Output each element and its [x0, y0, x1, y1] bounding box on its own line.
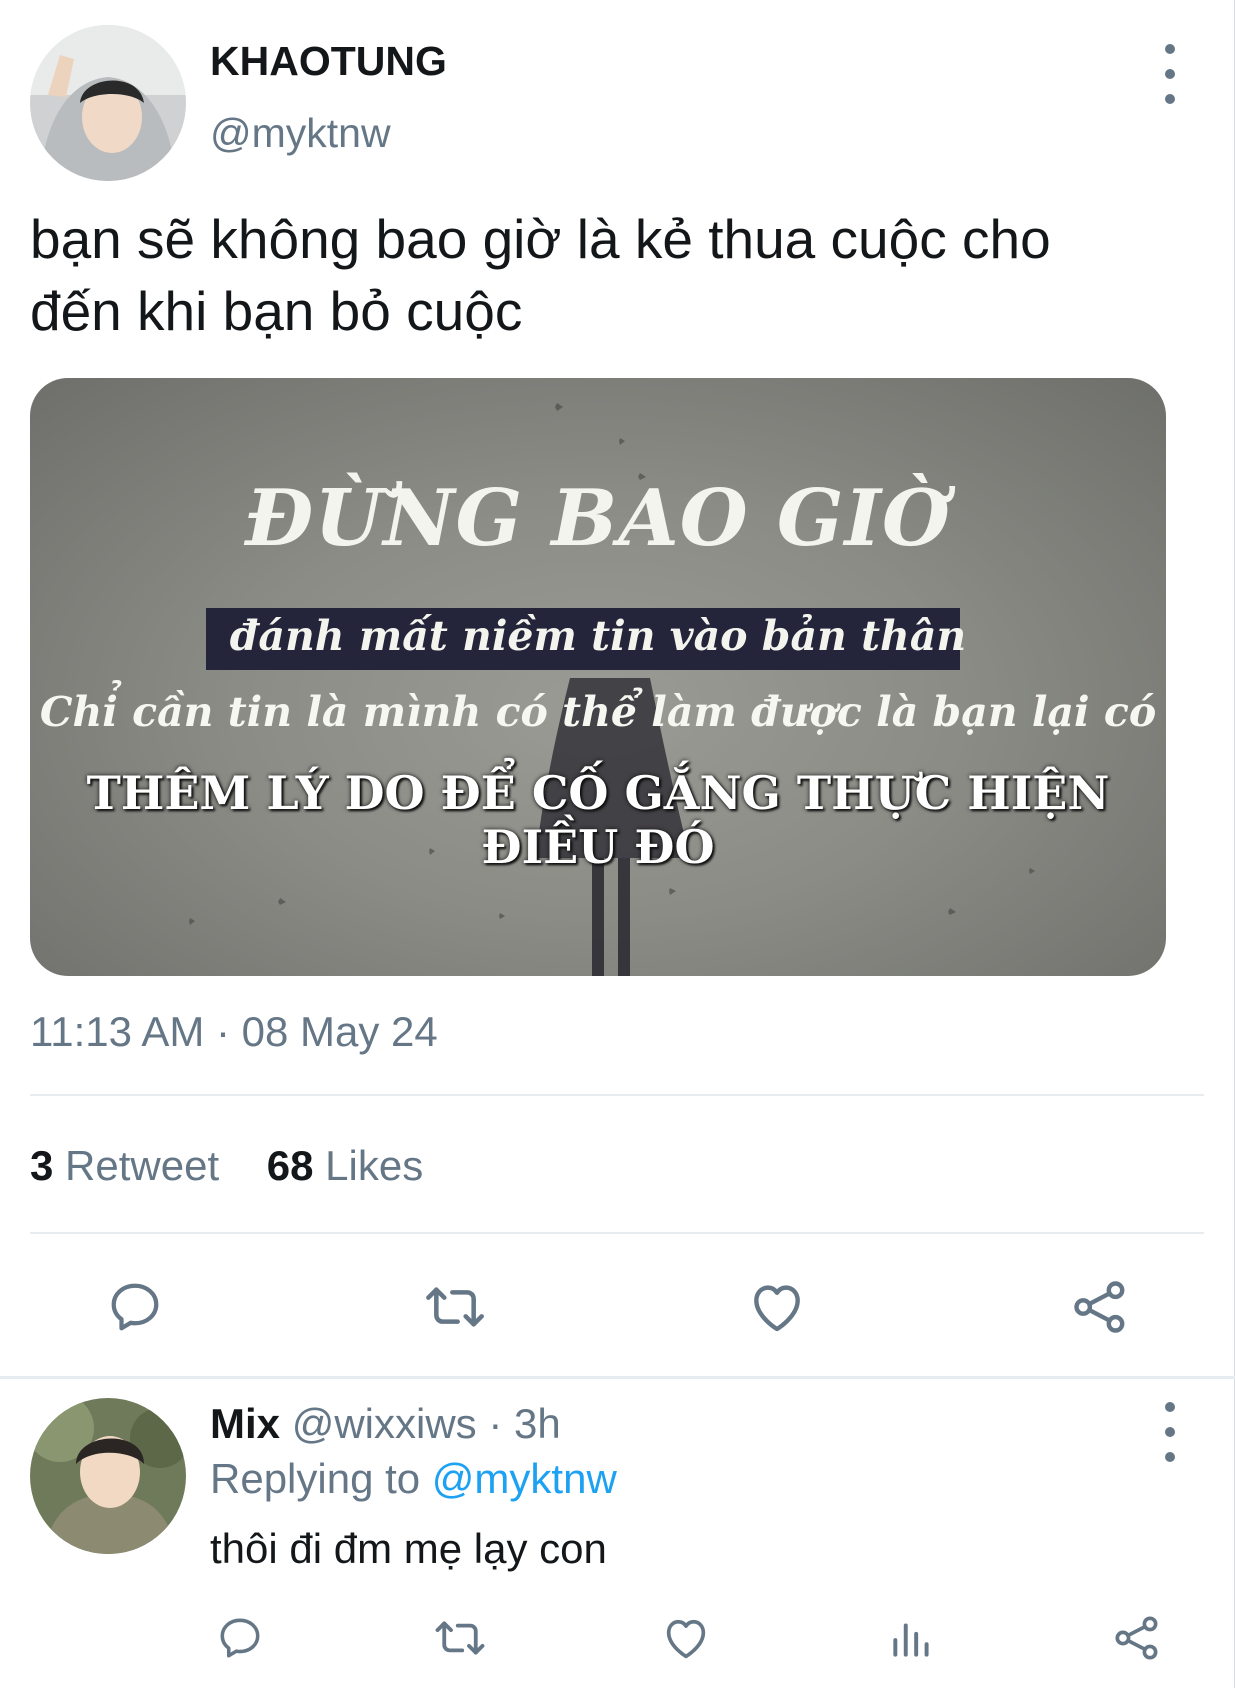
retweet-stat[interactable]: 3 Retweet — [30, 1142, 231, 1189]
reply-reply-icon[interactable] — [210, 1608, 270, 1668]
replying-to-handle[interactable]: @myktnw — [432, 1455, 617, 1502]
media-line-text: Chỉ cần tin là mình có thể làm được là b… — [39, 688, 1157, 736]
reply-display-name[interactable]: Mix — [210, 1400, 280, 1447]
reply-icon[interactable] — [100, 1272, 170, 1342]
more-options-icon[interactable] — [1155, 44, 1185, 104]
retweet-label: Retweet — [65, 1142, 220, 1189]
retweet-count: 3 — [30, 1142, 54, 1189]
author-avatar[interactable] — [30, 25, 186, 181]
tweet-timestamp[interactable]: 11:13 AM · 08 May 24 — [30, 1008, 438, 1056]
reply-like-icon[interactable] — [656, 1608, 716, 1668]
reply-header: Mix @wixxiws · 3h — [210, 1400, 561, 1448]
reply-analytics-icon[interactable] — [882, 1608, 942, 1668]
author-display-name[interactable]: KHAOTUNG — [210, 38, 447, 85]
reply-share-icon[interactable] — [1107, 1608, 1167, 1668]
reply-text: thôi đi đm mẹ lạy con — [210, 1525, 607, 1572]
tweet-text-line: đến khi bạn bỏ cuộc — [30, 280, 523, 342]
tweet-text-line: bạn sẽ không bao giờ là kẻ thua cuộc cho — [30, 208, 1051, 270]
reply-author-avatar[interactable] — [30, 1398, 186, 1554]
reply-handle-time[interactable]: @wixxiws · 3h — [292, 1400, 561, 1447]
media-line-text: THÊM LÝ DO ĐỂ CỐ GẮNG THỰC HIỆN ĐIỀU ĐÓ — [86, 766, 1110, 874]
tweet-media-image[interactable]: ĐỪNG BAO GIỜ đánh mất niềm tin vào bản t… — [30, 378, 1166, 976]
like-icon[interactable] — [742, 1272, 812, 1342]
media-banner-text: đánh mất niềm tin vào bản thân — [229, 612, 967, 660]
reply-retweet-icon[interactable] — [430, 1608, 490, 1668]
like-stat[interactable]: 68 Likes — [267, 1142, 423, 1189]
reply-more-options-icon[interactable] — [1155, 1402, 1185, 1462]
tweet-stats: 3 Retweet 68 Likes — [30, 1142, 423, 1190]
tweet-text: bạn sẽ không bao giờ là kẻ thua cuộc cho… — [30, 203, 1051, 347]
retweet-icon[interactable] — [420, 1272, 490, 1342]
media-title-text: ĐỪNG BAO GIỜ — [245, 473, 951, 564]
replying-to: Replying to @myktnw — [210, 1455, 617, 1503]
divider — [30, 1232, 1204, 1234]
replying-to-label: Replying to — [210, 1455, 421, 1502]
divider — [30, 1094, 1204, 1096]
share-icon[interactable] — [1065, 1272, 1135, 1342]
author-handle[interactable]: @myktnw — [210, 110, 391, 157]
like-label: Likes — [325, 1142, 424, 1189]
section-divider — [0, 1376, 1235, 1379]
like-count: 68 — [266, 1142, 314, 1189]
